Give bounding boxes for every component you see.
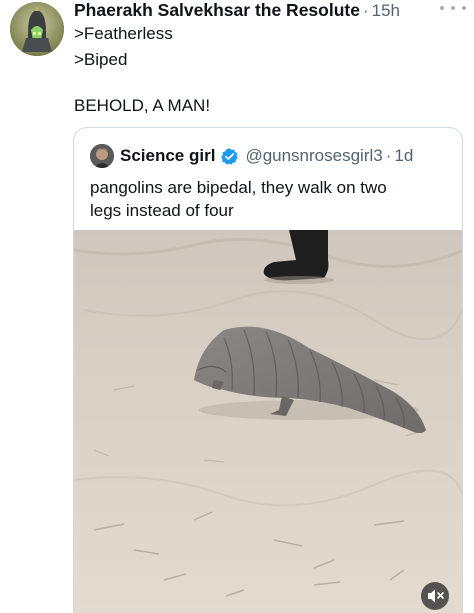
quoted-post-card[interactable]: Science girl @gunsnrosesgirl3 · 1d pango… — [73, 127, 463, 613]
speaker-muted-icon — [428, 589, 444, 603]
quoted-post-text: pangolins are bipedal, they walk on two … — [90, 178, 387, 220]
verified-badge-icon — [221, 147, 239, 165]
mute-toggle-button[interactable] — [421, 582, 449, 610]
quoted-video[interactable] — [74, 230, 462, 613]
post-text-line-1: >Featherless — [74, 24, 173, 43]
quoted-header-separator: · — [385, 146, 392, 165]
quoted-post-header: Science girl @gunsnrosesgirl3 · 1d — [120, 144, 413, 168]
author-avatar[interactable] — [10, 2, 64, 56]
quoted-author-name[interactable]: Science girl — [120, 146, 215, 166]
quoted-author-handle[interactable]: @gunsnrosesgirl3 — [245, 146, 382, 166]
quoted-author-avatar[interactable] — [90, 144, 114, 168]
post-text-line-2: >Biped — [74, 50, 128, 69]
header-separator: · — [362, 1, 369, 20]
post-timestamp[interactable]: 15h — [372, 1, 400, 21]
post-text-line-3: BEHOLD, A MAN! — [74, 96, 211, 115]
more-options-icon[interactable] — [440, 2, 466, 14]
quoted-post-timestamp[interactable]: 1d — [394, 146, 413, 166]
video-frame — [74, 230, 462, 613]
author-name[interactable]: Phaerakh Salvekhsar the Resolute — [74, 0, 360, 21]
post-header: Phaerakh Salvekhsar the Resolute · 15h — [74, 0, 434, 22]
